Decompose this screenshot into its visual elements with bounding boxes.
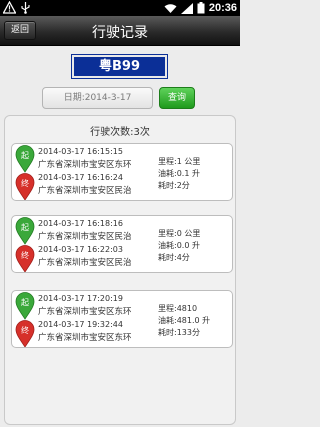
- trip-mileage: 里程:4810: [158, 304, 198, 313]
- end-pin-label: 终: [21, 325, 29, 335]
- start-address: 广东省深圳市宝安区东环: [38, 307, 132, 317]
- trip-card[interactable]: 起 终 2014-03-17 17:20:19 广东省深圳市宝安区东环 2014…: [11, 290, 233, 348]
- start-pin-label: 起: [21, 151, 29, 160]
- clock-time: 20:36: [208, 2, 237, 14]
- end-pin-label: 终: [21, 250, 29, 260]
- status-bar: 20:36: [0, 0, 240, 16]
- trip-card[interactable]: 起 终 2014-03-17 16:18:16 广东省深圳市宝安区民治 2014…: [11, 215, 233, 273]
- date-picker-field[interactable]: 日期:2014-3-17: [42, 87, 153, 109]
- trip-card[interactable]: 起 终 2014-03-17 16:15:15 广东省深圳市宝安区东环 2014…: [11, 143, 233, 201]
- end-pin-icon: 终: [15, 320, 35, 347]
- trip-fuel: 油耗:0.0 升: [158, 241, 200, 250]
- start-time: 2014-03-17 17:20:19: [38, 294, 123, 303]
- trip-mileage: 里程:0 公里: [158, 229, 201, 238]
- start-pin-icon: 起: [15, 292, 35, 320]
- trip-duration: 耗时:4分: [158, 253, 190, 262]
- trip-duration: 耗时:133分: [158, 328, 200, 337]
- end-address: 广东省深圳市宝安区民治: [38, 258, 132, 268]
- battery-icon: [197, 2, 205, 14]
- end-address: 广东省深圳市宝安区东环: [38, 333, 132, 343]
- start-address: 广东省深圳市宝安区东环: [38, 160, 132, 170]
- start-pin-icon: 起: [15, 217, 35, 245]
- trip-records-panel: 行驶次数:3次 起 终 2014-03-17 16:15:15 广东省深圳市宝安…: [4, 115, 236, 425]
- end-time: 2014-03-17 19:32:44: [38, 320, 123, 329]
- usb-icon: [21, 2, 30, 14]
- title-bar: 返回 行驶记录: [0, 16, 240, 46]
- query-button[interactable]: 查询: [159, 87, 195, 109]
- trip-fuel: 油耗:481.0 升: [158, 316, 211, 325]
- trip-duration: 耗时:2分: [158, 181, 190, 190]
- end-time: 2014-03-17 16:16:24: [38, 173, 123, 182]
- start-address: 广东省深圳市宝安区民治: [38, 232, 132, 242]
- license-plate: 粤B99: [71, 54, 168, 79]
- trip-mileage: 里程:1 公里: [158, 157, 201, 166]
- start-time: 2014-03-17 16:15:15: [38, 147, 123, 156]
- page-title: 行驶记录: [92, 25, 148, 41]
- warning-icon: [3, 1, 16, 14]
- signal-icon: [180, 2, 193, 14]
- trip-count: 行驶次数:3次: [90, 127, 150, 138]
- start-pin-label: 起: [21, 298, 29, 307]
- start-time: 2014-03-17 16:18:16: [38, 219, 123, 228]
- end-address: 广东省深圳市宝安区民治: [38, 186, 132, 196]
- end-pin-icon: 终: [15, 245, 35, 272]
- end-pin-label: 终: [21, 178, 29, 188]
- start-pin-icon: 起: [15, 145, 35, 173]
- start-pin-label: 起: [21, 223, 29, 232]
- end-pin-icon: 终: [15, 173, 35, 200]
- wifi-icon: [164, 3, 177, 13]
- end-time: 2014-03-17 16:22:03: [38, 245, 123, 254]
- trip-fuel: 油耗:0.1 升: [158, 169, 200, 178]
